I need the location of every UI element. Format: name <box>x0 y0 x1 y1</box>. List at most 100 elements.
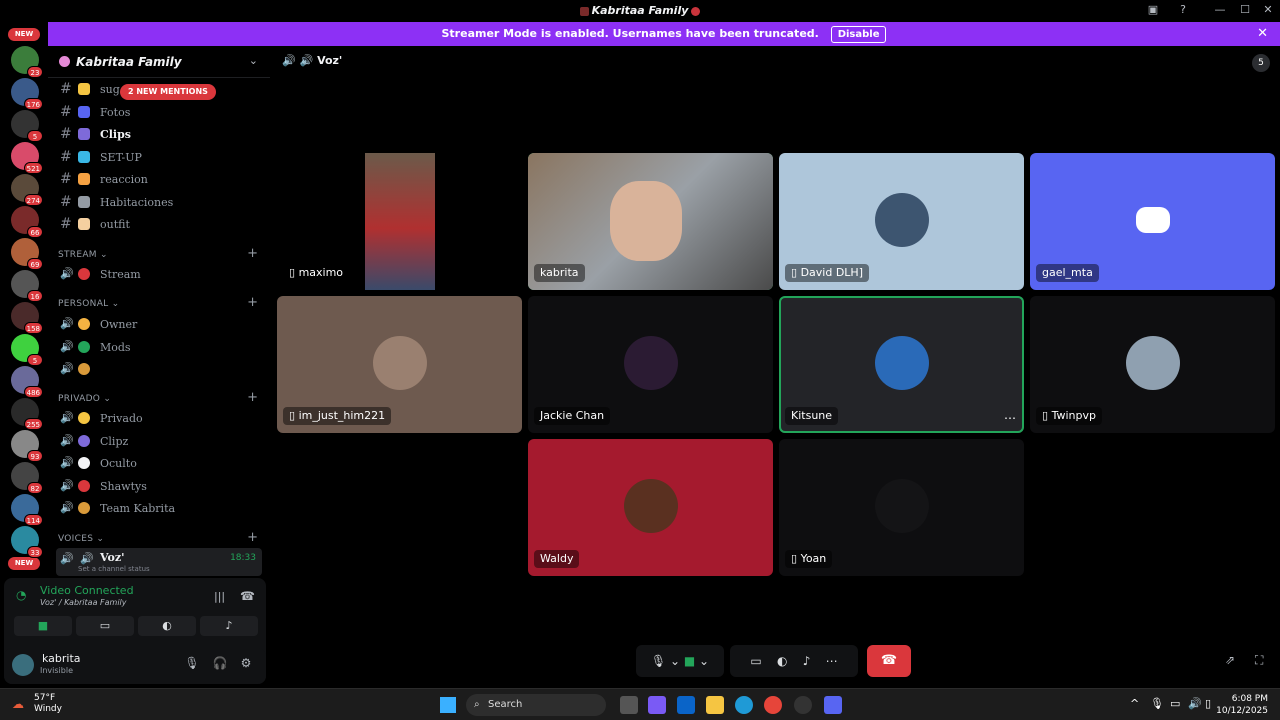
camera-icon[interactable]: ■ <box>684 654 695 668</box>
github-icon[interactable] <box>794 696 812 714</box>
participant-tile[interactable]: Waldy <box>528 439 773 576</box>
minimize-button[interactable]: — <box>1210 3 1230 19</box>
voice-channel[interactable]: 🔊 Shawtys <box>56 475 262 497</box>
headphones-icon[interactable]: 🎧 <box>210 656 230 676</box>
activity-count-badge[interactable]: 5 <box>1252 54 1270 72</box>
more-options-icon[interactable]: ⋯ <box>1004 411 1016 425</box>
text-channel[interactable]: # Clips <box>56 123 262 145</box>
participant-tile[interactable]: ▯ David DLH] <box>779 153 1024 290</box>
participant-tile[interactable]: gael_mta <box>1030 153 1275 290</box>
weather-widget[interactable]: 57°F Windy <box>34 693 62 715</box>
camera-button[interactable]: ■ <box>14 616 72 636</box>
voice-channel[interactable]: 🔊 Stream <box>56 263 262 285</box>
server-icon[interactable]: 69 <box>11 238 43 270</box>
participant-tile[interactable]: ▯ Twinpvp <box>1030 296 1275 433</box>
microphone-icon[interactable]: 🎙 <box>182 656 202 676</box>
microphone-icon[interactable]: 🎙 <box>651 654 666 668</box>
taskbar-clock[interactable]: 6:08 PM 10/12/2025 <box>1216 693 1268 717</box>
microphone-tray-icon[interactable]: 🎙 <box>1150 697 1164 710</box>
more-icon[interactable]: ⋯ <box>826 654 838 668</box>
volume-icon[interactable]: 🔊 <box>1188 697 1202 710</box>
server-icon[interactable]: 66 <box>11 206 43 238</box>
participant-tile[interactable]: Kitsune ⋯ <box>779 296 1024 433</box>
server-icon[interactable]: 176 <box>11 78 43 110</box>
add-channel-icon[interactable]: + <box>247 390 258 405</box>
gear-icon[interactable]: ⚙ <box>236 656 256 676</box>
participant-tile[interactable]: ▯ im_just_him221 <box>277 296 522 433</box>
close-icon[interactable]: ✕ <box>1257 22 1268 46</box>
disconnect-icon[interactable]: ☎ <box>240 589 255 603</box>
network-icon[interactable]: ▭ <box>1170 697 1180 710</box>
task-view-icon[interactable] <box>620 696 638 714</box>
voice-channel[interactable]: 🔊 Oculto <box>56 452 262 474</box>
voice-channel[interactable]: 🔊 Team Kabrita <box>56 497 262 519</box>
voice-channel[interactable]: 🔊 Mods <box>56 336 262 358</box>
leave-call-button[interactable]: ☎ <box>867 645 911 677</box>
category-stream[interactable]: STREAM ⌄ <box>58 250 108 260</box>
voice-channel[interactable]: 🔊 Clipz <box>56 430 262 452</box>
chrome-icon[interactable] <box>764 696 782 714</box>
file-explorer-icon[interactable] <box>706 696 724 714</box>
participant-tile[interactable]: kabrita <box>528 153 773 290</box>
help-icon[interactable]: ? <box>1173 3 1193 19</box>
inbox-icon[interactable]: ▣ <box>1143 3 1163 19</box>
taskbar-search[interactable]: ⌕ Search <box>466 694 606 716</box>
screen-share-button[interactable]: ▭ <box>76 616 134 636</box>
voice-channel[interactable]: 🔊 Privado <box>56 407 262 429</box>
chevron-down-icon[interactable]: ⌄ <box>249 54 258 67</box>
voice-status[interactable]: Video Connected <box>40 584 134 597</box>
edge-icon[interactable] <box>735 696 753 714</box>
server-icon[interactable]: 521 <box>11 142 43 174</box>
fullscreen-icon[interactable]: ⛶ <box>1255 653 1263 668</box>
server-icon[interactable]: 93 <box>11 430 43 462</box>
add-channel-icon[interactable]: + <box>247 295 258 310</box>
popout-icon[interactable]: ⇗ <box>1225 653 1235 667</box>
disable-streamer-mode-button[interactable]: Disable <box>830 26 887 43</box>
avatar[interactable] <box>12 654 34 676</box>
new-mentions-pill[interactable]: 2 NEW MENTIONS <box>120 84 216 100</box>
participant-tile[interactable]: ▯ maximo <box>277 153 522 290</box>
soundboard-button[interactable]: ♪ <box>200 616 258 636</box>
text-channel[interactable]: # outfit <box>56 213 262 235</box>
category-personal[interactable]: PERSONAL ⌄ <box>58 299 119 309</box>
server-icon[interactable]: 33 <box>11 526 43 558</box>
channel-status[interactable]: Set a channel status <box>78 565 150 573</box>
participant-tile[interactable]: Jackie Chan <box>528 296 773 433</box>
text-channel[interactable]: # SET-UP <box>56 146 262 168</box>
server-icon[interactable]: 274 <box>11 174 43 206</box>
participant-tile[interactable]: ▯ Yoan <box>779 439 1024 576</box>
activity-button[interactable]: ◐ <box>138 616 196 636</box>
mic-control[interactable]: 🎙 ⌄ ■ ⌄ <box>636 645 724 677</box>
category-voices[interactable]: VOICES ⌄ <box>58 534 104 544</box>
outlook-icon[interactable] <box>677 696 695 714</box>
close-window-button[interactable]: ✕ <box>1258 3 1278 19</box>
chevron-down-icon[interactable]: ⌄ <box>670 654 680 668</box>
soundboard-icon[interactable]: ♪ <box>803 654 811 668</box>
server-icon[interactable]: 114 <box>11 494 43 526</box>
server-icon[interactable]: 158 <box>11 302 43 334</box>
server-icon[interactable]: 486 <box>11 366 43 398</box>
text-channel[interactable]: # reaccion <box>56 168 262 190</box>
copilot-icon[interactable] <box>648 696 666 714</box>
screen-share-icon[interactable]: ▭ <box>750 654 761 668</box>
chevron-down-icon[interactable]: ⌄ <box>699 654 709 668</box>
server-icon[interactable]: 82 <box>11 462 43 494</box>
windows-start-icon[interactable] <box>440 697 456 713</box>
server-icon[interactable]: 23 <box>11 46 43 78</box>
weather-icon[interactable]: ☁ <box>12 697 24 711</box>
category-privado[interactable]: PRIVADO ⌄ <box>58 394 111 404</box>
activity-icon[interactable]: ◐ <box>777 654 787 668</box>
noise-suppression-icon[interactable]: ||| <box>214 590 225 603</box>
add-channel-icon[interactable]: + <box>247 530 258 545</box>
new-pill-top[interactable]: NEW <box>8 28 40 41</box>
server-icon[interactable]: 5 <box>11 334 43 366</box>
voice-channel[interactable]: 🔊 <box>56 358 262 380</box>
current-voice-channel[interactable]: 🔊 🔊 Voz' 18:33 Set a channel status <box>56 548 262 576</box>
server-icon[interactable]: 16 <box>11 270 43 302</box>
text-channel[interactable]: # Habitaciones <box>56 191 262 213</box>
battery-icon[interactable]: ▯ <box>1205 697 1211 710</box>
add-channel-icon[interactable]: + <box>247 246 258 261</box>
chevron-up-icon[interactable]: ^ <box>1130 697 1139 710</box>
maximize-button[interactable]: ☐ <box>1235 3 1255 19</box>
server-icon[interactable]: 5 <box>11 110 43 142</box>
